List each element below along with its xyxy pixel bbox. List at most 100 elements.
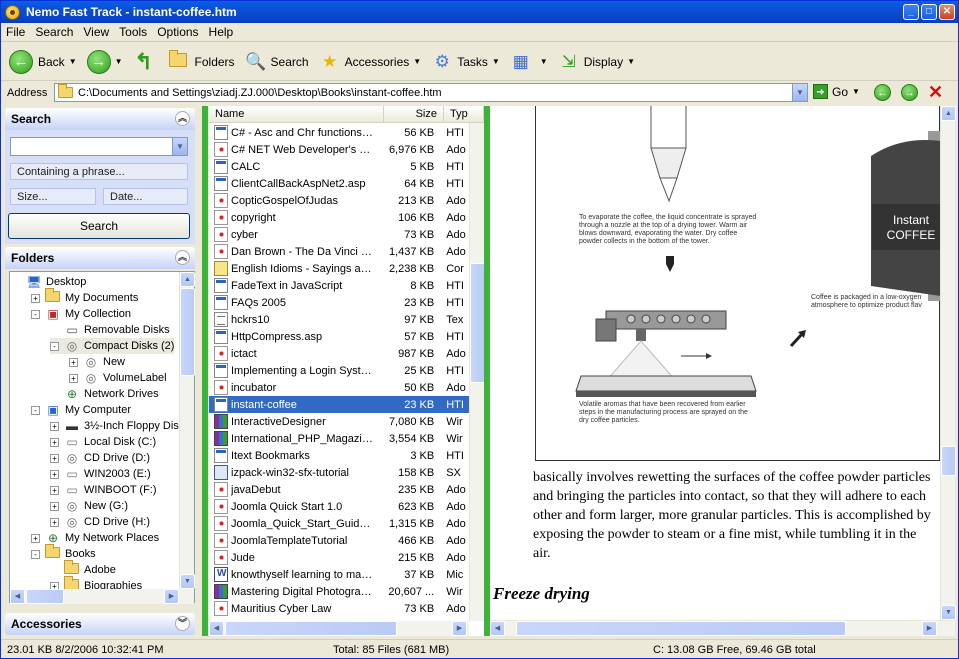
file-row[interactable]: Jude 215 KB Ado bbox=[209, 549, 469, 566]
scroll-thumb[interactable] bbox=[941, 446, 956, 476]
date-field[interactable]: Date... bbox=[103, 188, 188, 205]
search-dropdown-icon[interactable]: ▼ bbox=[172, 138, 187, 155]
file-row[interactable]: C# - Asc and Chr functions -... 56 KB HTI bbox=[209, 124, 469, 141]
up-button[interactable]: ↰ bbox=[133, 47, 159, 77]
file-list-scrollbar[interactable] bbox=[469, 123, 484, 621]
column-header-name[interactable]: Name bbox=[209, 106, 384, 123]
address-dropdown-icon[interactable]: ▼ bbox=[792, 84, 807, 101]
menu-help[interactable]: Help bbox=[204, 25, 239, 39]
file-row[interactable]: Mastering Digital Photograp... 20,607 ...… bbox=[209, 583, 469, 600]
file-row[interactable]: Dan Brown - The Da Vinci C... 1,437 KB Ado bbox=[209, 243, 469, 260]
tasks-button[interactable]: ⚙ Tasks ▼ bbox=[431, 47, 500, 77]
scroll-down-icon[interactable]: ▼ bbox=[180, 574, 195, 589]
expand-icon[interactable]: + bbox=[50, 469, 59, 479]
search-text-input[interactable]: ▼ bbox=[10, 137, 188, 156]
tree-item[interactable]: + ◎ VolumeLabel bbox=[69, 370, 167, 386]
search-submit-button[interactable]: Search bbox=[8, 213, 190, 239]
scroll-up-icon[interactable]: ▲ bbox=[180, 272, 195, 287]
expand-icon[interactable]: + bbox=[31, 293, 40, 303]
back-button[interactable]: ← Back ▼ bbox=[9, 47, 77, 77]
accessories-panel-header[interactable]: Accessories ︾ bbox=[5, 613, 195, 635]
stop-icon[interactable]: ✕ bbox=[928, 83, 943, 101]
file-row[interactable]: C# NET Web Developer's G... 6,976 KB Ado bbox=[209, 141, 469, 158]
scroll-thumb[interactable] bbox=[180, 288, 195, 376]
hscroll-thumb[interactable] bbox=[26, 589, 64, 604]
file-row[interactable]: hckrs10 97 KB Tex bbox=[209, 311, 469, 328]
collapse-chevron-icon[interactable]: ︽ bbox=[175, 111, 190, 126]
expand-icon[interactable]: + bbox=[50, 453, 59, 463]
scroll-right-icon[interactable]: ▶ bbox=[452, 621, 467, 636]
scroll-right-icon[interactable]: ▶ bbox=[164, 589, 179, 604]
file-row[interactable]: izpack-win32-sfx-tutorial 158 KB SX bbox=[209, 464, 469, 481]
close-button[interactable]: ✕ bbox=[939, 4, 955, 20]
maximize-button[interactable]: □ bbox=[921, 4, 937, 20]
file-row[interactable]: Implementing a Login Syste... 25 KB HTI bbox=[209, 362, 469, 379]
tree-item[interactable]: + ◎ CD Drive (H:) bbox=[50, 514, 150, 530]
expand-chevron-icon[interactable]: ︾ bbox=[175, 616, 190, 631]
tree-item[interactable]: + ▭ Local Disk (C:) bbox=[50, 434, 156, 450]
file-row[interactable]: JoomlaTemplateTutorial 466 KB Ado bbox=[209, 532, 469, 549]
address-input[interactable]: C:\Documents and Settings\ziadj.ZJ.000\D… bbox=[54, 83, 808, 102]
display-button[interactable]: ⇲ Display ▼ bbox=[558, 47, 635, 77]
tree-item[interactable]: + ◎ New bbox=[69, 354, 125, 370]
expand-icon[interactable]: + bbox=[50, 501, 59, 511]
containing-phrase-field[interactable]: Containing a phrase... bbox=[10, 163, 188, 180]
menu-file[interactable]: File bbox=[1, 25, 30, 39]
file-row[interactable]: copyright 106 KB Ado bbox=[209, 209, 469, 226]
tree-item[interactable]: + ◎ CD Drive (D:) bbox=[50, 450, 150, 466]
expand-icon[interactable]: + bbox=[50, 517, 59, 527]
scroll-thumb[interactable] bbox=[470, 263, 484, 383]
size-field[interactable]: Size... bbox=[10, 188, 96, 205]
collapse-icon[interactable]: - bbox=[31, 405, 40, 415]
forward-button[interactable]: → ▼ bbox=[86, 47, 123, 77]
file-row[interactable]: HttpCompress.asp 57 KB HTI bbox=[209, 328, 469, 345]
title-bar[interactable]: Nemo Fast Track - instant-coffee.htm _ □… bbox=[1, 1, 958, 23]
file-row[interactable]: InteractiveDesigner 7,080 KB Wir bbox=[209, 413, 469, 430]
scroll-down-icon[interactable]: ▼ bbox=[941, 605, 956, 620]
tree-item[interactable]: ⊕ Network Drives bbox=[50, 386, 159, 402]
file-row[interactable]: FadeText in JavaScript 8 KB HTI bbox=[209, 277, 469, 294]
tree-item[interactable]: ▭ Removable Disks bbox=[50, 322, 169, 338]
file-row[interactable]: CALC 5 KB HTI bbox=[209, 158, 469, 175]
file-row[interactable]: Joomla_Quick_Start_Guide_... 1,315 KB Ado bbox=[209, 515, 469, 532]
collapse-chevron-icon[interactable]: ︽ bbox=[175, 250, 190, 265]
file-list-hscrollbar[interactable]: ◀ ▶ bbox=[209, 621, 469, 636]
go-button[interactable]: ➜ Go ▼ bbox=[813, 84, 860, 99]
file-row[interactable]: ClientCallBackAspNet2.asp 64 KB HTI bbox=[209, 175, 469, 192]
search-panel-header[interactable]: Search ︽ bbox=[5, 108, 195, 130]
collapse-icon[interactable]: - bbox=[31, 309, 40, 319]
preview-scrollbar[interactable]: ▲ ▼ bbox=[940, 106, 956, 620]
file-row[interactable]: CopticGospelOfJudas 213 KB Ado bbox=[209, 192, 469, 209]
nav-back-icon[interactable]: ← bbox=[874, 84, 891, 101]
folder-tree-hscrollbar[interactable]: ◀ ▶ bbox=[10, 589, 194, 604]
scroll-right-icon[interactable]: ▶ bbox=[922, 621, 937, 636]
tree-item[interactable]: + My Documents bbox=[31, 288, 138, 306]
hscroll-thumb[interactable] bbox=[225, 621, 397, 636]
file-row[interactable]: Itext Bookmarks 3 KB HTI bbox=[209, 447, 469, 464]
file-row[interactable]: javaDebut 235 KB Ado bbox=[209, 481, 469, 498]
accessories-button[interactable]: ★ Accessories ▼ bbox=[319, 47, 421, 77]
file-row[interactable]: Mauritius Cyber Law 73 KB Ado bbox=[209, 600, 469, 617]
search-button[interactable]: 🔍 Search bbox=[245, 47, 309, 77]
file-row[interactable]: cyber 73 KB Ado bbox=[209, 226, 469, 243]
expand-icon[interactable]: + bbox=[50, 421, 59, 431]
menu-tools[interactable]: Tools bbox=[114, 25, 152, 39]
file-row[interactable]: FAQs 2005 23 KB HTI bbox=[209, 294, 469, 311]
back-dropdown-icon[interactable]: ▼ bbox=[69, 57, 77, 66]
expand-icon[interactable]: + bbox=[69, 373, 78, 383]
tree-item[interactable]: - ▣ My Collection bbox=[31, 306, 131, 322]
scroll-left-icon[interactable]: ◀ bbox=[209, 621, 224, 636]
hscroll-thumb[interactable] bbox=[516, 621, 846, 636]
forward-dropdown-icon[interactable]: ▼ bbox=[115, 57, 123, 66]
collapse-icon[interactable]: - bbox=[50, 341, 59, 351]
menu-search[interactable]: Search bbox=[30, 25, 78, 39]
left-splitter[interactable] bbox=[202, 106, 208, 636]
column-header-size[interactable]: Size bbox=[384, 106, 444, 123]
file-row[interactable]: International_PHP_Magazine 3,554 KB Wir bbox=[209, 430, 469, 447]
scroll-up-icon[interactable]: ▲ bbox=[941, 106, 956, 121]
menu-options[interactable]: Options bbox=[152, 25, 203, 39]
file-row[interactable]: ictact 987 KB Ado bbox=[209, 345, 469, 362]
menu-view[interactable]: View bbox=[78, 25, 114, 39]
scroll-left-icon[interactable]: ◀ bbox=[10, 589, 25, 604]
file-row[interactable]: incubator 50 KB Ado bbox=[209, 379, 469, 396]
